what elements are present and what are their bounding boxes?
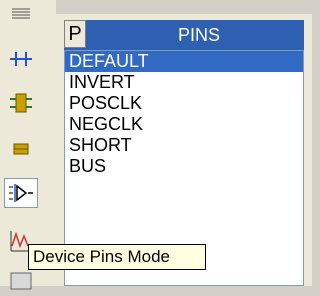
tooltip: Device Pins Mode — [28, 244, 206, 270]
tool-window-button[interactable] — [4, 266, 38, 296]
pin-item-negclk[interactable]: NEGCLK — [65, 114, 303, 135]
grid-lines-icon — [10, 7, 32, 23]
window-icon — [9, 271, 33, 291]
pin-item-posclk[interactable]: POSCLK — [65, 93, 303, 114]
pin-item-default[interactable]: DEFAULT — [65, 51, 303, 72]
pin-item-short[interactable]: SHORT — [65, 135, 303, 156]
pin-item-bus[interactable]: BUS — [65, 156, 303, 177]
tool-grid-button[interactable] — [4, 0, 38, 30]
connector-icon — [8, 138, 34, 160]
junction-icon — [8, 48, 34, 70]
panel-header: P PINS — [64, 20, 304, 50]
component-icon — [8, 90, 34, 116]
panel-title: PINS — [177, 25, 220, 45]
tool-device-pins-button[interactable] — [4, 178, 38, 208]
pin-item-invert[interactable]: INVERT — [65, 72, 303, 93]
device-pins-icon — [7, 181, 35, 205]
tool-connector-button[interactable] — [4, 134, 38, 164]
pick-button[interactable]: P — [64, 20, 86, 48]
tool-component-button[interactable] — [4, 88, 38, 118]
tool-junction-button[interactable] — [4, 44, 38, 74]
